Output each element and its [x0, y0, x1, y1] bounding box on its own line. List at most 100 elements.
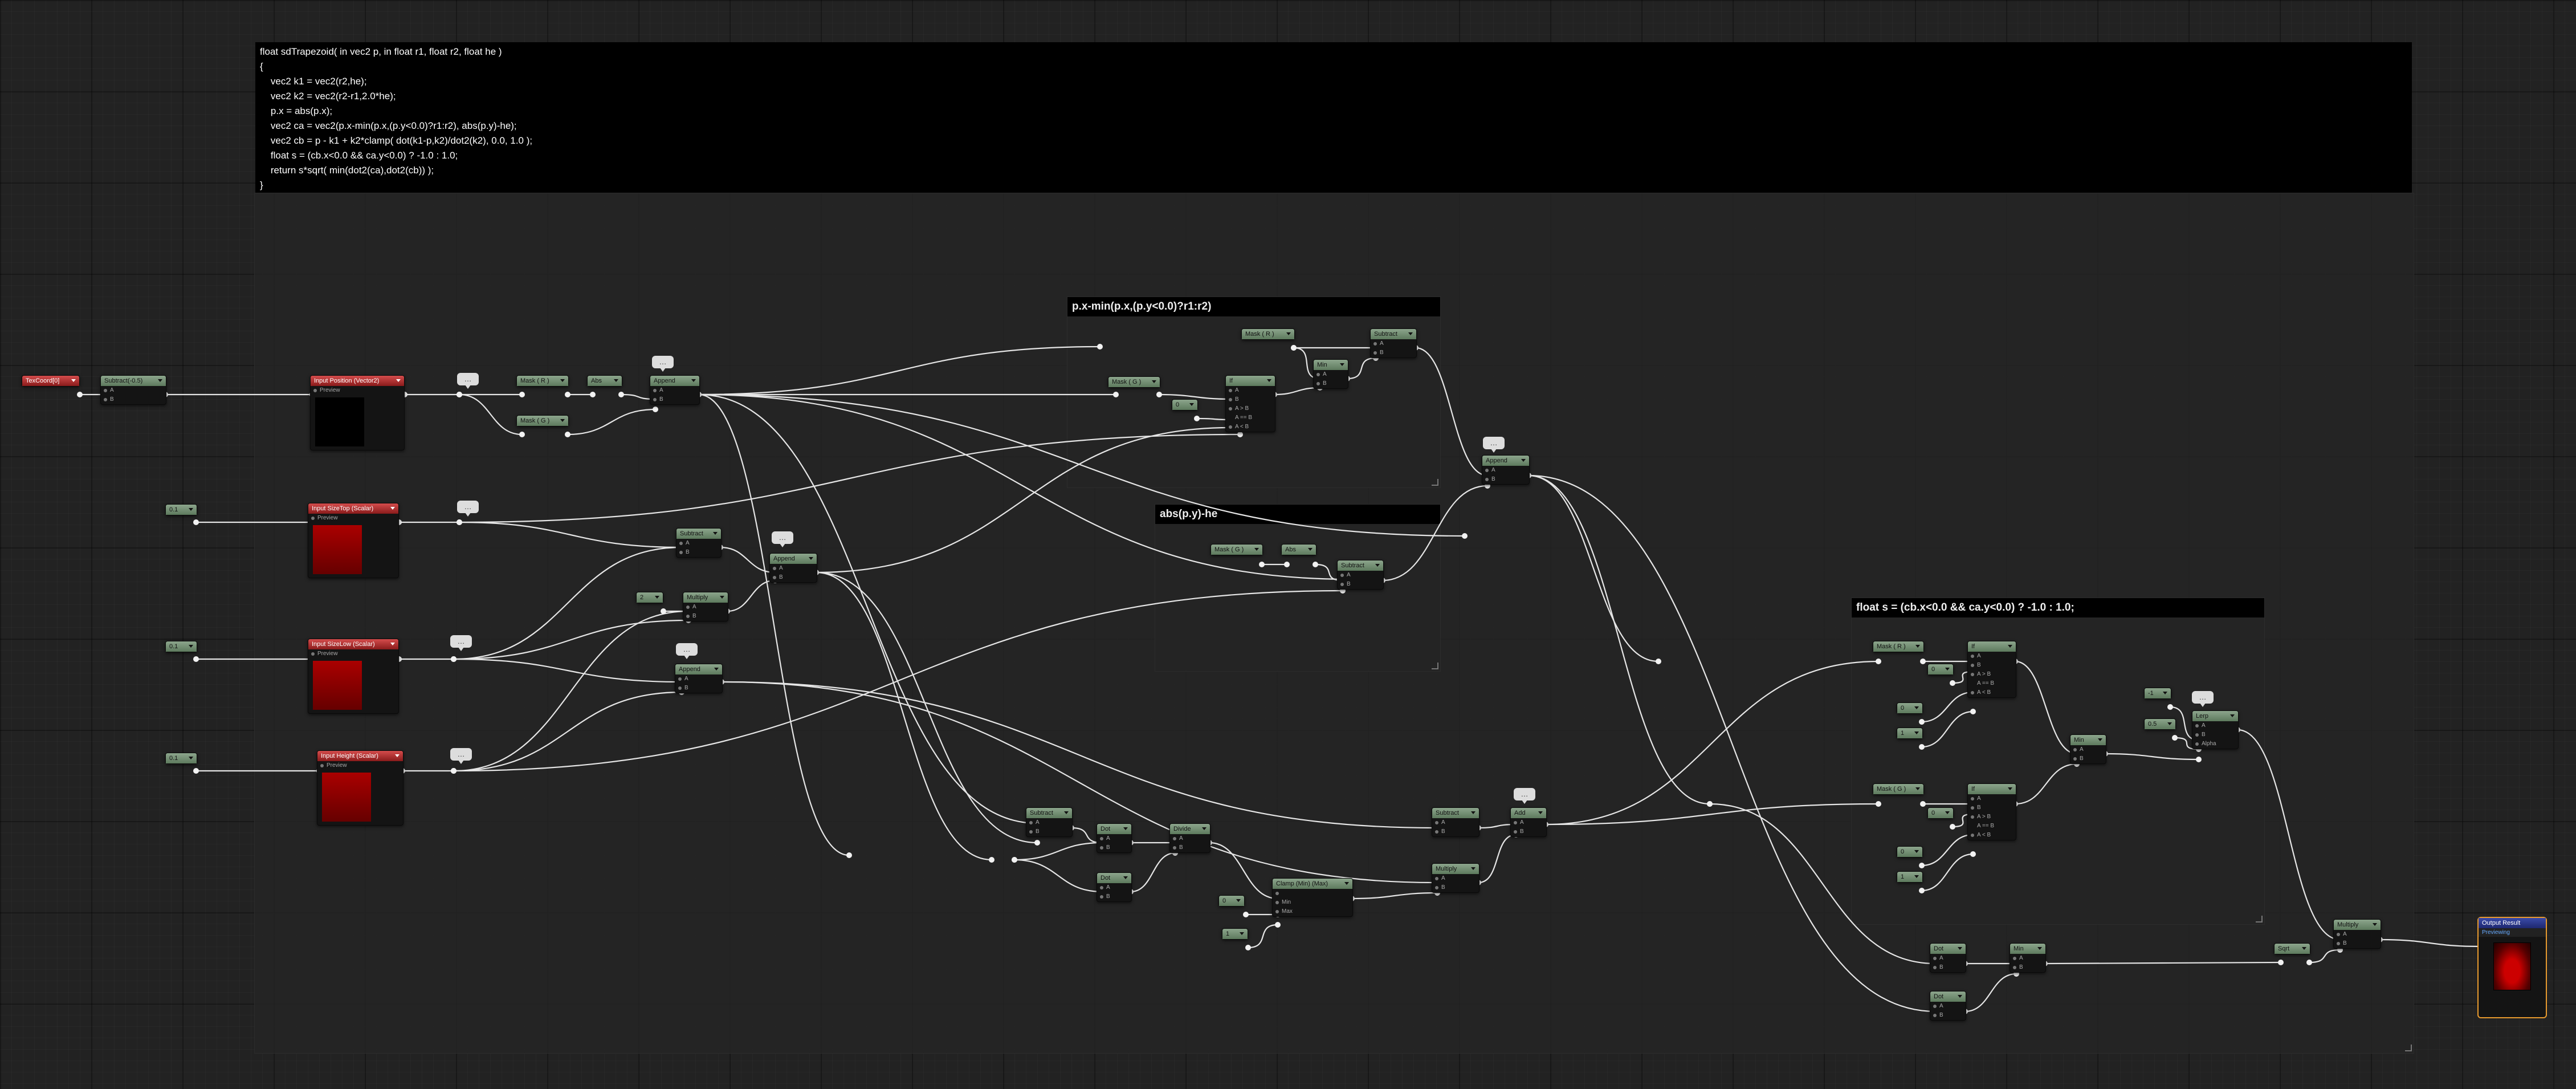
pin-b[interactable]: B [2334, 939, 2381, 948]
mask-r-node[interactable]: Mask ( R ) [1873, 641, 1924, 652]
output-result-node[interactable]: Output Result Previewing [2477, 917, 2547, 1018]
preview-toggle[interactable]: Preview [311, 386, 404, 395]
pin-b[interactable]: B [2070, 754, 2106, 763]
input-sizetop-node[interactable]: Input SizeTop (Scalar) Preview [308, 503, 399, 578]
append-node[interactable]: Append A B [675, 664, 723, 693]
pin-b[interactable]: B [2010, 963, 2045, 972]
pin-b[interactable]: B [1432, 883, 1479, 892]
dot-node[interactable]: Dot A B [1930, 991, 1966, 1021]
pin-b[interactable]: B [675, 684, 722, 693]
pin-b[interactable]: B [1097, 892, 1131, 901]
comment-bubble-icon[interactable]: … [1483, 437, 1505, 453]
pin-a-greater-b[interactable]: A > B [1968, 670, 2016, 679]
pin-a[interactable]: A [1338, 571, 1383, 580]
mask-g-node[interactable]: Mask ( G ) [516, 415, 569, 426]
sqrt-node[interactable]: Sqrt [2274, 943, 2310, 954]
pin-input[interactable] [1273, 889, 1352, 898]
comment-bubble-icon[interactable]: … [450, 635, 472, 651]
comment-bubble-icon[interactable]: … [457, 373, 479, 389]
append-node[interactable]: Append A B [769, 553, 817, 583]
add-node[interactable]: Add A B [1510, 807, 1547, 837]
pin-a-less-b[interactable]: A < B [1226, 422, 1275, 432]
constant-node[interactable]: 0.1 [165, 504, 197, 515]
pin-a-greater-b[interactable]: A > B [1226, 404, 1275, 413]
mask-g-node[interactable]: Mask ( G ) [1108, 376, 1160, 388]
subtract-node[interactable]: Subtract(-0.5) A B [100, 375, 166, 405]
pin-a[interactable]: A [1170, 834, 1210, 843]
append-node[interactable]: Append A B [1482, 455, 1530, 485]
pin-a[interactable]: A [2070, 745, 2106, 754]
constant-node[interactable]: 0 [1927, 807, 1954, 819]
mask-g-node[interactable]: Mask ( G ) [1210, 544, 1263, 555]
pin-alpha[interactable]: Alpha [2192, 739, 2238, 749]
resize-handle[interactable] [2256, 916, 2263, 923]
if-node[interactable]: If A B A > B A == B A < B [1967, 783, 2016, 840]
constant-node[interactable]: 0 [1927, 664, 1954, 675]
multiply-node[interactable]: Multiply A B [683, 592, 728, 621]
pin-dot[interactable] [193, 519, 199, 525]
mask-g-node[interactable]: Mask ( G ) [1873, 783, 1924, 795]
pin-b[interactable]: B [770, 573, 817, 582]
pin-min[interactable]: Min [1273, 898, 1352, 907]
pin-a[interactable]: A [650, 386, 699, 395]
constant-node[interactable]: 0 [1897, 702, 1923, 714]
texcoord-node[interactable]: TexCoord[0] [22, 375, 80, 387]
pin-a[interactable]: A [1432, 818, 1479, 827]
subtract-node[interactable]: Subtract A B [1026, 807, 1073, 837]
pin-a[interactable]: A [1226, 386, 1275, 395]
multiply-node[interactable]: Multiply A B [2333, 919, 2381, 949]
min-node[interactable]: Min A B [1313, 359, 1348, 389]
pin-a[interactable]: A [1097, 883, 1131, 892]
comment-bubble-icon[interactable]: … [1514, 788, 1535, 804]
constant-node[interactable]: 0 [1218, 895, 1245, 907]
pin-a[interactable]: A [1930, 1002, 1966, 1011]
pin-b[interactable]: B [1170, 843, 1210, 852]
pin-dot[interactable] [193, 656, 199, 662]
dot-node[interactable]: Dot A B [1930, 943, 1966, 973]
abs-node[interactable]: Abs [587, 375, 622, 387]
pin-b[interactable]: B [1097, 843, 1131, 852]
pin-b[interactable]: B [1968, 803, 2016, 812]
pin-b[interactable]: B [1511, 827, 1546, 836]
pin-b[interactable]: B [1482, 475, 1529, 484]
pin-b[interactable]: B [650, 395, 699, 404]
pin-a[interactable]: A [1511, 818, 1546, 827]
pin-b[interactable]: B [1371, 348, 1416, 357]
preview-toggle[interactable]: Preview [308, 514, 398, 523]
pin-a[interactable]: A [683, 603, 728, 612]
comment-bubble-icon[interactable]: … [652, 356, 674, 372]
pin-a[interactable]: A [2010, 954, 2045, 963]
constant-node[interactable]: 0.1 [165, 641, 197, 652]
comment-bubble-icon[interactable]: … [457, 501, 479, 517]
input-sizelow-node[interactable]: Input SizeLow (Scalar) Preview [308, 639, 399, 714]
constant-node[interactable]: -1 [2144, 688, 2171, 699]
pin-b[interactable]: B [676, 548, 721, 557]
preview-toggle[interactable]: Preview [308, 649, 398, 659]
pin-b[interactable]: B [1930, 1011, 1966, 1020]
pin-a[interactable]: A [2334, 930, 2381, 939]
pin-a-less-b[interactable]: A < B [1968, 831, 2016, 840]
if-node[interactable]: If A B A > B A == B A < B [1967, 641, 2016, 698]
constant-node[interactable]: 1 [1897, 871, 1923, 883]
append-node[interactable]: Append A B [650, 375, 700, 405]
pin-dot[interactable] [193, 768, 199, 774]
clamp-node[interactable]: Clamp (Min) (Max) Min Max [1272, 878, 1353, 917]
pin-a[interactable]: A [1968, 794, 2016, 803]
dot-node[interactable]: Dot A B [1097, 823, 1132, 853]
constant-node[interactable]: 1 [1222, 928, 1248, 940]
constant-node[interactable]: 1 [1897, 728, 1923, 739]
constant-node[interactable]: 0 [1897, 846, 1923, 858]
pin-a[interactable]: A [1097, 834, 1131, 843]
pin-b[interactable]: B [1968, 661, 2016, 670]
constant-node[interactable]: 0.1 [165, 753, 197, 764]
subtract-node[interactable]: Subtract A B [1432, 807, 1479, 837]
pin-b[interactable]: B [1226, 395, 1275, 404]
pin-a[interactable]: A [1432, 874, 1479, 883]
input-height-node[interactable]: Input Height (Scalar) Preview [317, 750, 403, 826]
pin-a-less-b[interactable]: A < B [1968, 688, 2016, 697]
subtract-node[interactable]: Subtract A B [1337, 560, 1384, 590]
pin-dot[interactable] [77, 392, 83, 397]
min-node[interactable]: Min A B [2070, 734, 2106, 764]
pin-a[interactable]: A [1026, 818, 1072, 827]
if-node[interactable]: If A B A > B A == B A < B [1225, 375, 1275, 432]
